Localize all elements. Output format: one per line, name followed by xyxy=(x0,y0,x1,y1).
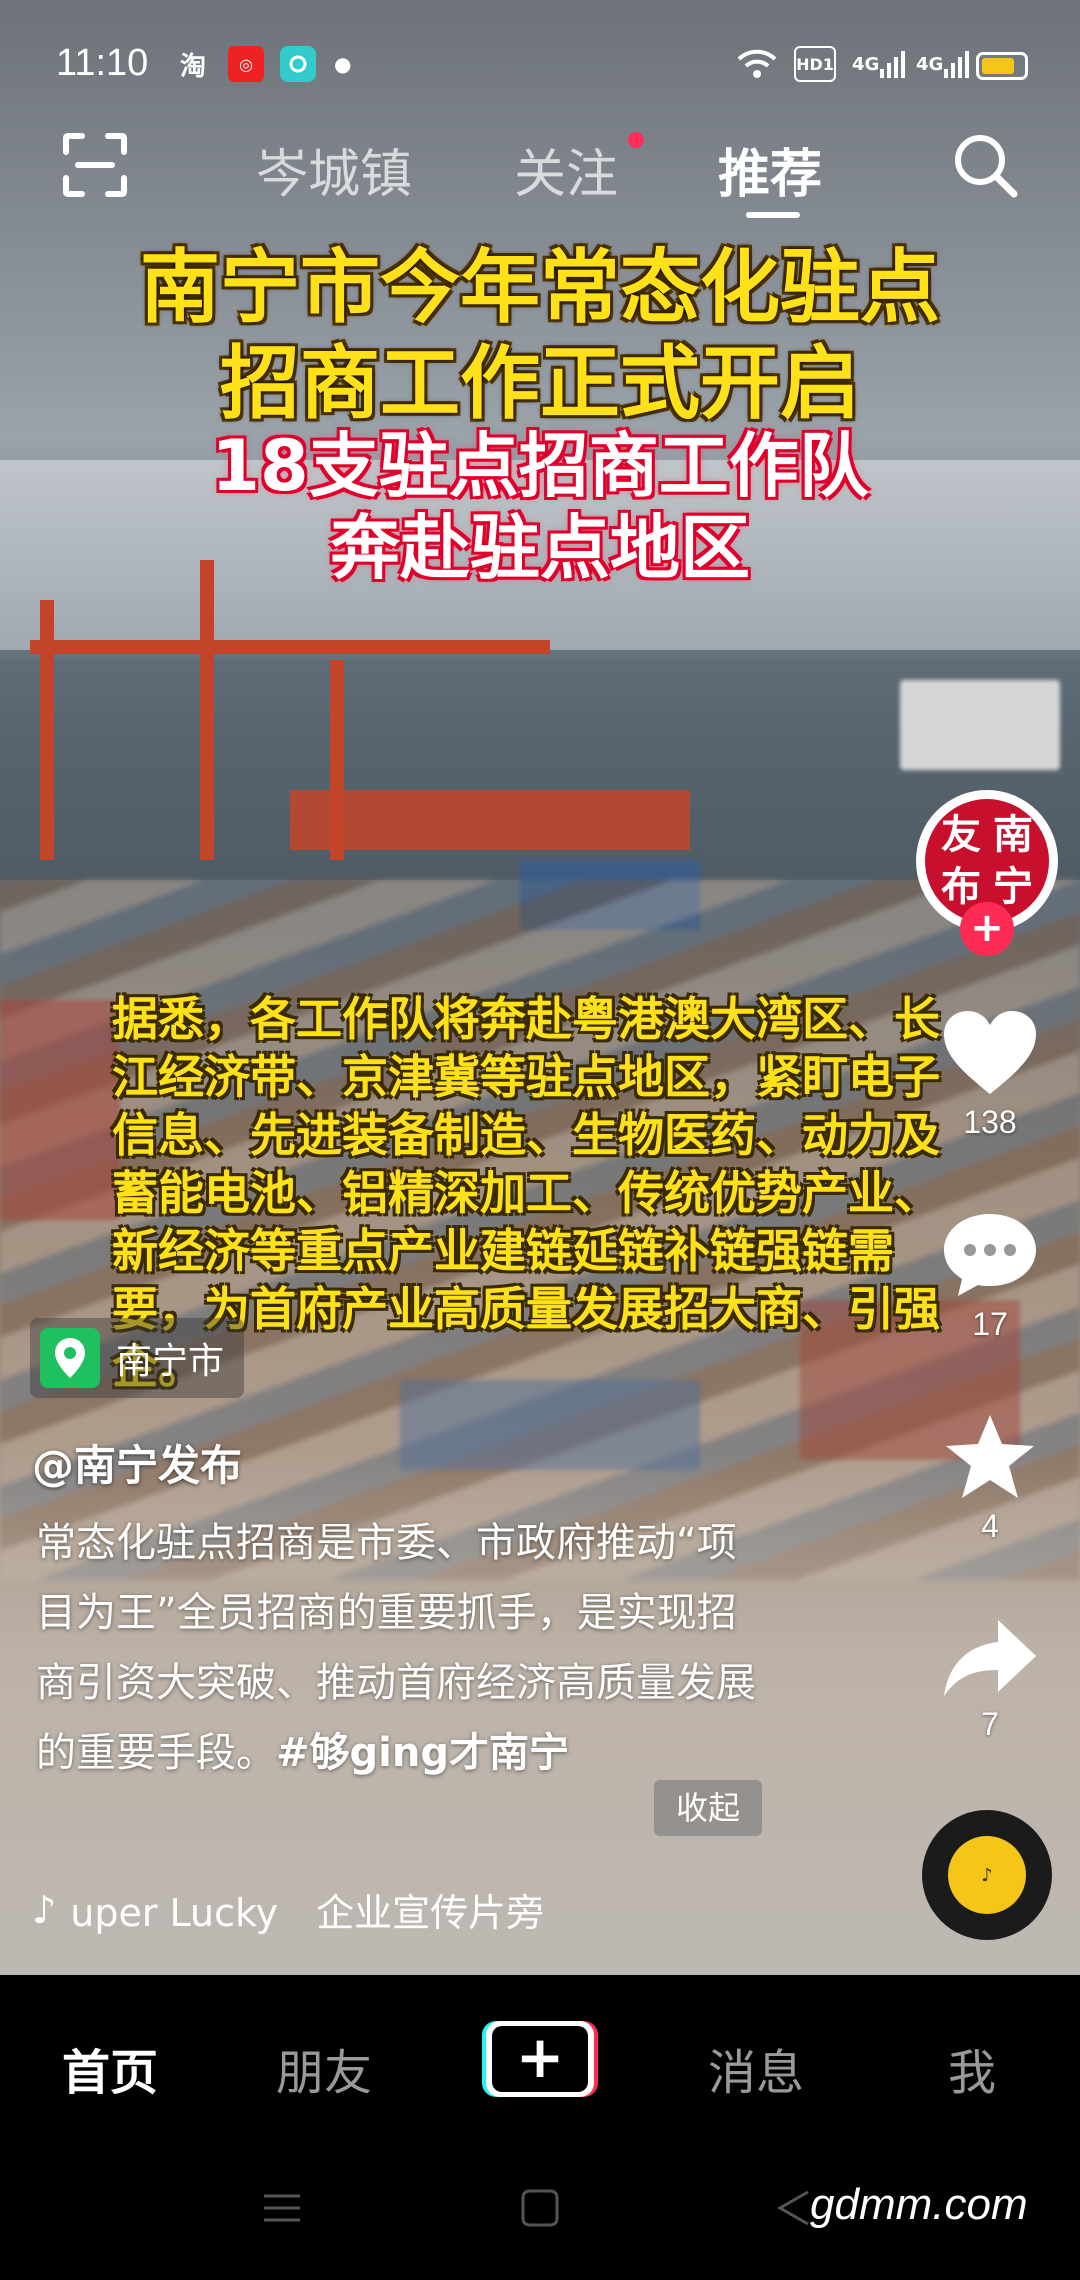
headline-line-1: 南宁市今年常态化驻点 xyxy=(140,241,940,334)
favorite-count: 4 xyxy=(981,1508,999,1544)
crane-structure xyxy=(290,790,690,850)
wifi-icon xyxy=(736,46,778,82)
video-caption: 常态化驻点招商是市委、市政府推动“项目为王”全员招商的重要抓手，是实现招商引资大… xyxy=(36,1508,776,1788)
music-disc[interactable]: ♪ xyxy=(922,1810,1052,1940)
seal-char: 宁 xyxy=(993,864,1033,910)
video-subheadline: 18支驻点招商工作队 奔赴驻点地区 xyxy=(0,425,1080,589)
taobao-icon: 淘 xyxy=(180,51,207,82)
favorite-button[interactable]: 4 xyxy=(930,1412,1050,1545)
seal-char: 友 xyxy=(941,812,981,858)
clock: 11:10 xyxy=(56,42,149,84)
nav-me[interactable]: 我 xyxy=(948,2033,996,2103)
tab-local[interactable]: 岑城镇 xyxy=(256,132,412,207)
tab-recommend[interactable]: 推荐 xyxy=(718,132,822,207)
music-title: uper Lucky 企业宣传片旁 xyxy=(70,1891,545,1935)
share-arrow-icon xyxy=(944,1620,1036,1696)
battery-icon xyxy=(976,52,1028,80)
status-bar: 11:10 淘 ◎ ● HD1 4G 4G xyxy=(0,0,1080,130)
comment-icon xyxy=(944,1214,1036,1296)
subheadline-line-2: 奔赴驻点地区 xyxy=(330,507,750,589)
unread-dot xyxy=(628,132,644,148)
container-stack xyxy=(0,1000,120,1220)
poi-app-icon: ◎ xyxy=(228,46,264,82)
music-cover-icon: ♪ xyxy=(948,1836,1026,1914)
location-label: 南宁市 xyxy=(116,1341,225,1382)
location-pin-icon xyxy=(40,1328,100,1388)
create-button[interactable]: + xyxy=(482,2021,598,2097)
home-icon[interactable] xyxy=(520,2188,560,2232)
crane-structure xyxy=(30,640,550,654)
scan-icon[interactable] xyxy=(60,130,130,204)
headline-line-2: 招商工作正式开启 xyxy=(220,337,860,430)
crane-structure xyxy=(40,600,54,860)
search-icon[interactable] xyxy=(950,130,1020,204)
location-tag[interactable]: 南宁市 xyxy=(30,1318,245,1398)
hashtag-link[interactable]: #够ging才南宁 xyxy=(276,1730,569,1776)
network-type-label: 4G xyxy=(852,53,880,75)
bottom-navigation: 首页 朋友 + 消息 我 xyxy=(0,1975,1080,2150)
collapse-button[interactable]: 收起 xyxy=(654,1780,762,1836)
like-button[interactable]: 138 xyxy=(930,1008,1050,1141)
green-app-icon xyxy=(280,46,316,82)
music-note-icon: ♪ xyxy=(32,1887,57,1932)
follow-button[interactable]: + xyxy=(960,902,1014,956)
top-navigation: 岑城镇 关注 推荐 xyxy=(0,120,1080,230)
network-type-label: 4G xyxy=(916,53,944,75)
video-headline: 南宁市今年常态化驻点 招商工作正式开启 xyxy=(0,240,1080,432)
seal-char: 布 xyxy=(941,864,981,910)
ship-shape xyxy=(900,680,1060,770)
heart-icon xyxy=(944,1011,1036,1094)
active-tab-indicator xyxy=(746,212,800,218)
nav-messages[interactable]: 消息 xyxy=(708,2033,804,2103)
share-count: 7 xyxy=(981,1706,999,1742)
signal-icon-sim1: 4G xyxy=(852,46,906,82)
signal-icon-sim2: 4G xyxy=(916,46,970,82)
seal-char: 南 xyxy=(993,812,1033,858)
back-icon[interactable] xyxy=(774,2188,814,2232)
menu-icon[interactable] xyxy=(262,2188,302,2232)
comment-count: 17 xyxy=(972,1306,1008,1342)
hd-icon: HD1 xyxy=(794,46,836,82)
tab-following[interactable]: 关注 xyxy=(514,132,618,207)
subheadline-line-1: 18支驻点招商工作队 xyxy=(211,425,869,507)
comment-button[interactable]: 17 xyxy=(930,1210,1050,1343)
watermark: gdmm.com xyxy=(810,2180,1028,2229)
star-icon xyxy=(946,1415,1034,1498)
music-info[interactable]: ♪ uper Lucky 企业宣传片旁 xyxy=(32,1882,592,1937)
plus-icon: + xyxy=(492,2026,588,2092)
nav-friends[interactable]: 朋友 xyxy=(276,2033,372,2103)
like-count: 138 xyxy=(963,1104,1017,1140)
crane-structure xyxy=(200,560,214,860)
share-button[interactable]: 7 xyxy=(930,1616,1050,1743)
author-name[interactable]: @南宁发布 xyxy=(32,1432,242,1493)
nav-home[interactable]: 首页 xyxy=(62,2033,158,2103)
notification-dot-icon: ● xyxy=(334,52,352,76)
